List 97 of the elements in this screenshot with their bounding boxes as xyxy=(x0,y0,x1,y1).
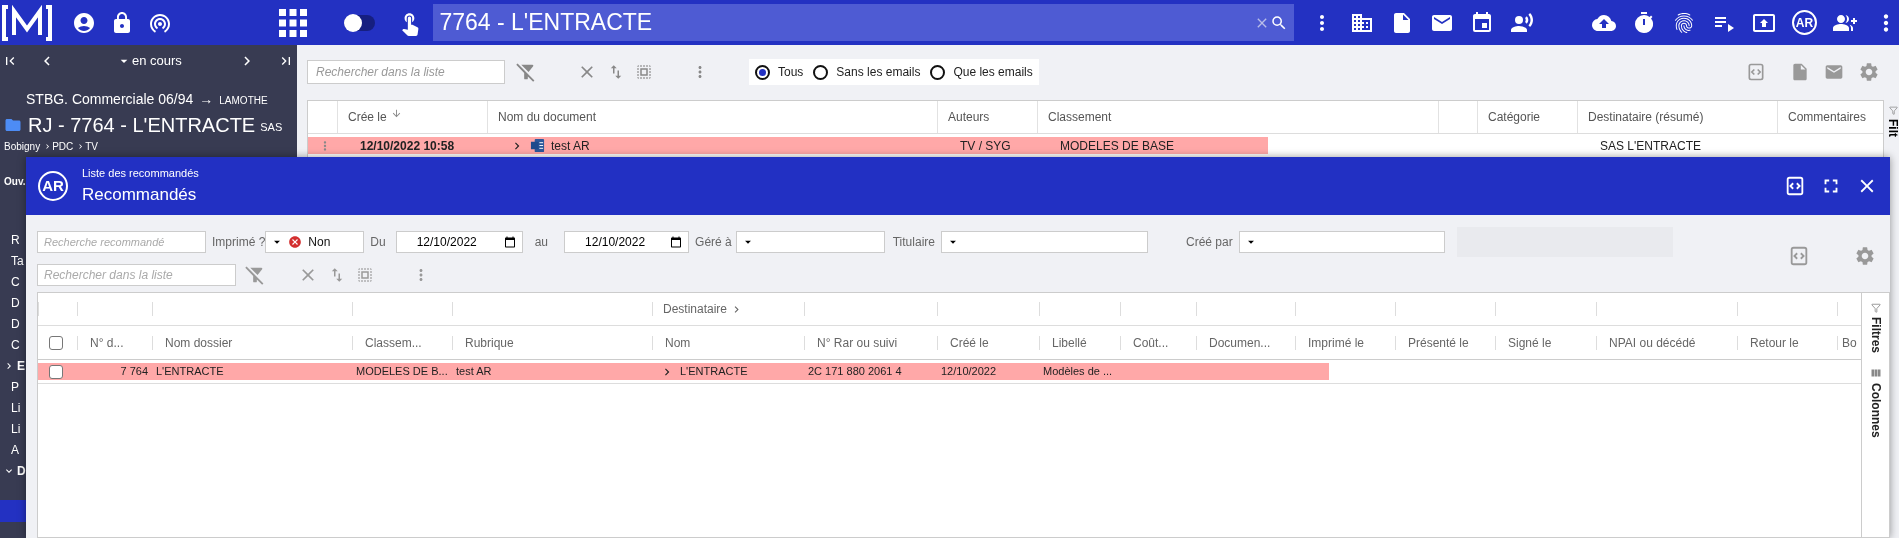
avatar[interactable]: AR xyxy=(1792,10,1817,35)
radio-option[interactable]: Sans les emails xyxy=(813,63,921,81)
column-header[interactable]: Classement xyxy=(1048,108,1112,126)
logo-icon[interactable] xyxy=(2,2,52,43)
column-header[interactable]: Signé le xyxy=(1508,333,1552,352)
period-dropdown[interactable]: en cours xyxy=(132,51,182,71)
date-field[interactable]: 12/10/2022 xyxy=(395,231,523,253)
column-header[interactable]: Retour le xyxy=(1750,333,1799,352)
column-header[interactable]: Imprimé le xyxy=(1308,333,1364,352)
search-field[interactable]: 7764 - L'ENTRACTE xyxy=(433,4,1294,41)
columns-icon[interactable] xyxy=(1869,367,1882,379)
filter-label: Titulaire xyxy=(892,234,935,251)
folder-icon xyxy=(4,116,22,134)
column-header[interactable]: N° d... xyxy=(90,333,124,352)
dossier-title: RJ - 7764 - L'ENTRACTE xyxy=(28,113,256,138)
breadcrumb-item[interactable]: PDC xyxy=(52,138,74,154)
sidebar-item[interactable]: A xyxy=(11,440,19,459)
dialog-subtitle: Liste des recommandés xyxy=(82,166,199,181)
breadcrumb-item[interactable]: TV xyxy=(85,138,99,154)
search-icon[interactable] xyxy=(1270,13,1288,32)
sidebar-item[interactable]: C xyxy=(11,272,20,291)
table-cell-text: SAS L'ENTRACTE xyxy=(1599,137,1702,154)
table-cell: Modèles de ... xyxy=(1039,363,1120,380)
column-header[interactable]: Nom xyxy=(665,333,691,352)
cell-text: L'ENTRACTE xyxy=(680,364,748,380)
cell-text: test AR xyxy=(551,137,590,155)
toggle-switch[interactable] xyxy=(343,14,376,31)
table-cell: TV / SYG xyxy=(938,137,1038,154)
table-cell: 12/10/2022 10:58 xyxy=(338,137,488,154)
section-label[interactable]: E xyxy=(17,356,25,375)
subtitle: STBG. Commerciale 06/94 xyxy=(26,90,194,109)
filter-label: Créé par xyxy=(1185,234,1233,251)
column-header[interactable]: Nom du document xyxy=(498,108,597,126)
filter-label: au xyxy=(534,234,549,251)
user-icon[interactable] xyxy=(71,10,96,35)
radio-option[interactable]: Tous xyxy=(755,63,804,81)
column-header[interactable]: Coût... xyxy=(1133,333,1169,352)
column-header[interactable]: Bo xyxy=(1842,333,1857,352)
column-header[interactable]: Auteurs xyxy=(948,108,990,126)
column-header[interactable]: Présenté le xyxy=(1408,333,1469,352)
dialog-badge: AR xyxy=(38,171,68,201)
checkbox[interactable] xyxy=(49,364,63,379)
radio-option[interactable]: Que les emails xyxy=(930,63,1033,81)
table-cell: L'ENTRACTE xyxy=(152,363,352,380)
document-icon xyxy=(530,138,545,153)
column-header[interactable]: Catégorie xyxy=(1488,108,1541,126)
column-header[interactable]: Classem... xyxy=(365,333,422,352)
code-icon[interactable] xyxy=(1784,175,1806,197)
calendar-icon[interactable] xyxy=(670,236,683,248)
column-header[interactable]: NPAI ou décédé xyxy=(1609,333,1696,352)
stopwatch-icon[interactable] xyxy=(1632,10,1656,35)
table-cell: 2C 171 880 2061 4 xyxy=(804,363,937,380)
owner-name: LAMOTHE xyxy=(219,94,268,108)
filter-label: Géré à xyxy=(695,234,732,251)
arrow: → xyxy=(199,90,214,109)
filter-clear-icon[interactable] xyxy=(515,61,537,83)
table-cell: MODELES DE BASE xyxy=(1038,137,1268,154)
sidebar-item[interactable]: C xyxy=(11,335,20,354)
calendar-icon[interactable] xyxy=(1470,10,1494,35)
sidebar-item[interactable]: Li xyxy=(11,419,21,438)
section-label[interactable]: D xyxy=(17,461,26,480)
table-cell: test AR xyxy=(452,363,652,380)
group-header[interactable]: Destinataire xyxy=(663,300,728,318)
column-header[interactable]: Commentaires xyxy=(1788,108,1867,126)
date-field[interactable]: 12/10/2022 xyxy=(564,231,690,253)
sidebar-item[interactable]: R xyxy=(11,230,20,249)
breadcrumb-item[interactable]: Bobigny xyxy=(4,138,41,154)
dialog-title: Recommandés xyxy=(82,183,197,206)
column-header[interactable]: Libellé xyxy=(1052,333,1087,352)
table-cell: MODELES DE B... xyxy=(352,363,452,380)
column-header[interactable]: Créé le xyxy=(950,333,989,352)
sidebar-item[interactable]: Li xyxy=(11,398,21,417)
fingerprint-icon[interactable] xyxy=(1672,10,1696,35)
side-tab[interactable]: Colonnes xyxy=(1866,383,1885,438)
column-header[interactable]: Rubrique xyxy=(465,333,514,352)
dropdown[interactable]: Non xyxy=(265,231,365,253)
column-header[interactable]: Destinataire (résumé) xyxy=(1588,108,1704,126)
sidebar-item[interactable]: P xyxy=(11,377,19,396)
side-tab[interactable]: Filtres xyxy=(1866,317,1885,353)
sort-arrow-icon[interactable] xyxy=(390,107,402,119)
legal-form: SAS xyxy=(260,120,283,136)
sidebar-item[interactable]: Ta xyxy=(11,251,24,270)
column-header[interactable]: Nom dossier xyxy=(165,333,233,352)
status-label: Ouv. xyxy=(4,175,26,189)
column-header[interactable]: N° Rar ou suivi xyxy=(817,333,898,352)
cancel-icon[interactable] xyxy=(288,235,303,249)
table-cell: 7 764 xyxy=(77,363,152,380)
dropdown-value: Non xyxy=(308,234,331,251)
sidebar-item[interactable]: D xyxy=(11,293,20,312)
checkbox[interactable] xyxy=(49,335,63,350)
sidebar-item[interactable]: D xyxy=(11,314,20,333)
calendar-icon[interactable] xyxy=(503,236,516,248)
filter-label: Du xyxy=(370,234,386,251)
table-cell: 12/10/2022 xyxy=(937,363,1039,380)
filter-label: Imprimé ? xyxy=(212,234,266,251)
column-header[interactable]: Crée le xyxy=(348,108,387,126)
column-header[interactable]: Documen... xyxy=(1209,333,1271,352)
